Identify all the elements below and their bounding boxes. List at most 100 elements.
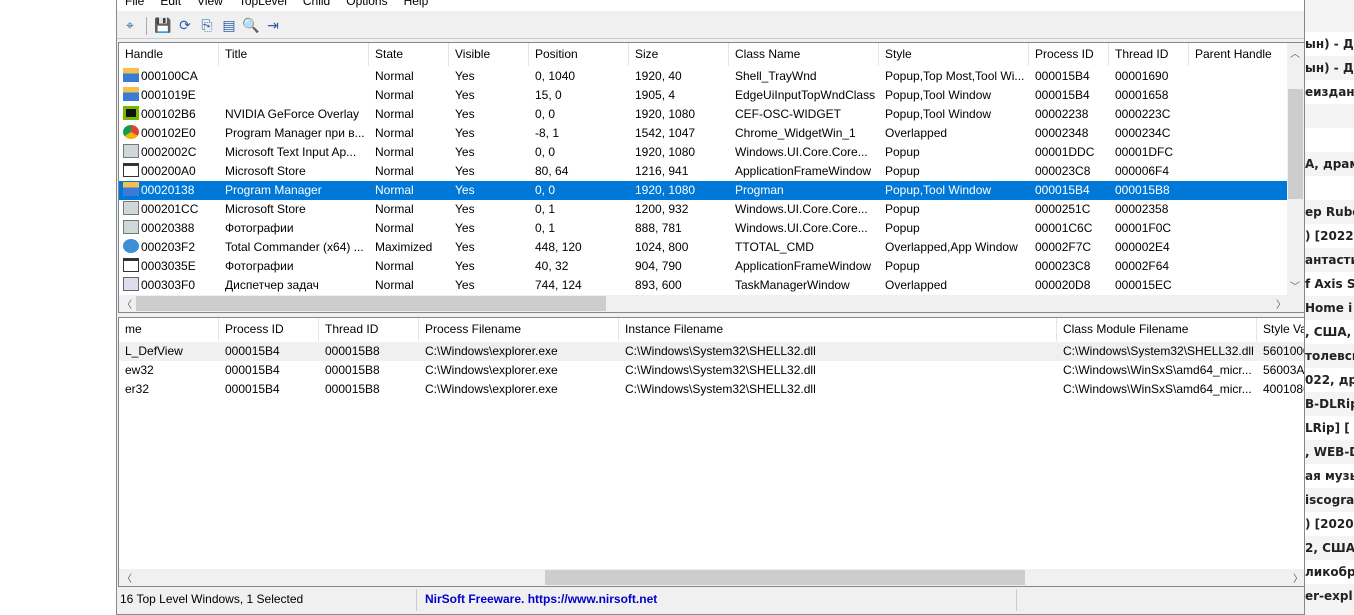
table-row[interactable]: 000201CC Microsoft Store Normal Yes 0, 1 1200… <box>119 200 1289 219</box>
cell-text: Popup <box>885 202 920 216</box>
column-header-me[interactable]: me <box>119 318 219 341</box>
cell-visible: Yes <box>449 219 529 238</box>
cell-text: Maximized <box>375 240 433 254</box>
horizontal-scrollbar[interactable]: 〈 〉 <box>119 569 1304 586</box>
table-row[interactable]: 000203F2 Total Commander (x64) ... Maximiz… <box>119 238 1289 257</box>
target-button[interactable]: ⌖ <box>121 17 139 35</box>
cell-state: Normal <box>369 86 449 105</box>
table-row[interactable]: 000102B6 NVIDIA GeForce Overlay Normal Yes 0… <box>119 105 1289 124</box>
column-header-process-filename[interactable]: Process Filename <box>419 318 619 341</box>
menu-edit[interactable]: Edit <box>152 0 189 11</box>
table-row[interactable]: 00020388 Фотографии Normal Yes 0, 1 888, 781 W… <box>119 219 1289 238</box>
cell-visible: Yes <box>449 162 529 181</box>
cell-text: 0000223C <box>1115 107 1171 121</box>
table-row[interactable]: 000100CA Normal Yes 0, 1040 1920, 40 Shell_Tr… <box>119 67 1289 86</box>
cell-position: 0, 0 <box>529 181 629 200</box>
find-button[interactable]: 🔍 <box>242 17 260 35</box>
cell-text: Overlapped <box>885 126 948 140</box>
menu-options[interactable]: Options <box>338 0 395 11</box>
cell-thread-id: 000006F4 <box>1109 162 1189 181</box>
cell-text: 1542, 1047 <box>635 126 696 140</box>
nirsoft-link[interactable]: NirSoft Freeware. https://www.nirsoft.ne… <box>417 589 1017 611</box>
cell-text: 0, 1040 <box>535 69 576 83</box>
column-header-style[interactable]: Style <box>879 43 1029 66</box>
cell-process-id: 000015B4 <box>1029 181 1109 200</box>
column-header-size[interactable]: Size <box>629 43 729 66</box>
copy-button[interactable]: ⎘ <box>198 17 216 35</box>
table-row[interactable]: 00020138 Program Manager Normal Yes 0, 0 1920… <box>119 181 1289 200</box>
table-row[interactable]: ew32 000015B4 000015B8 C:\Windows\explorer.… <box>119 361 1304 380</box>
table-row[interactable]: 0003035E Фотографии Normal Yes 40, 32 904, 79… <box>119 257 1289 276</box>
table-row[interactable]: L_DefView 000015B4 000015B8 C:\Windows\expl… <box>119 342 1304 361</box>
window-icon <box>123 163 139 177</box>
horizontal-scrollbar[interactable]: 〈 〉 <box>119 295 1304 312</box>
cell-process-id: 000023C8 <box>1029 162 1109 181</box>
cell-class-name: Chrome_WidgetWin_1 <box>729 124 879 143</box>
cell-me: L_DefView <box>125 344 183 358</box>
cell-title <box>219 67 369 86</box>
scroll-right-arrow[interactable]: 〉 <box>1273 296 1289 311</box>
menu-view[interactable]: View <box>189 0 231 11</box>
app-icon <box>123 201 139 215</box>
scroll-left-arrow[interactable]: 〈 <box>119 296 135 311</box>
scroll-thumb[interactable] <box>545 570 1025 585</box>
cell-state: Maximized <box>369 238 449 257</box>
column-header-state[interactable]: State <box>369 43 449 66</box>
save-button[interactable]: 💾 <box>154 17 172 35</box>
cell-text: Фотографии <box>225 221 294 235</box>
cell-text: 0000234C <box>1115 126 1171 140</box>
cell-text: Normal <box>375 278 414 292</box>
table-row[interactable]: 000303F0 Диспетчер задач Normal Yes 744, 124… <box>119 276 1289 295</box>
scroll-thumb[interactable] <box>136 296 606 311</box>
cell-process-filename: C:\Windows\explorer.exe <box>425 382 558 396</box>
cell-text: Yes <box>455 88 475 102</box>
column-header-position[interactable]: Position <box>529 43 629 66</box>
cell-text: Overlapped <box>885 278 948 292</box>
vertical-scrollbar[interactable]: ︿ ﹀ <box>1287 43 1304 295</box>
column-header-class-name[interactable]: Class Name <box>729 43 879 66</box>
scroll-thumb[interactable] <box>1288 89 1303 199</box>
table-row[interactable]: 0001019E Normal Yes 15, 0 1905, 4 EdgeUiInput… <box>119 86 1289 105</box>
scroll-right-arrow[interactable]: 〉 <box>1290 570 1304 585</box>
cell-text: 0, 1 <box>535 221 556 235</box>
cell-class-name: TTOTAL_CMD <box>729 238 879 257</box>
column-header-style-val[interactable]: Style Val <box>1257 318 1304 341</box>
app-icon <box>123 144 139 158</box>
menu-child[interactable]: Child <box>295 0 338 11</box>
cell-text: 00001658 <box>1115 88 1169 102</box>
column-header-thread-id[interactable]: Thread ID <box>1109 43 1189 66</box>
column-header-class-module-filename[interactable]: Class Module Filename <box>1057 318 1257 341</box>
cell-process-filename: C:\Windows\explorer.exe <box>425 363 558 377</box>
column-header-handle[interactable]: Handle <box>119 43 219 66</box>
cell-size: 1920, 40 <box>629 67 729 86</box>
top-level-windows-list[interactable]: Handle Title State Visible Position Size Class… <box>118 42 1305 313</box>
column-header-process-id[interactable]: Process ID <box>219 318 319 341</box>
table-row[interactable]: er32 000015B4 000015B8 C:\Windows\explorer.… <box>119 380 1304 399</box>
cell-text: 0, 0 <box>535 145 556 159</box>
menu-toplevel[interactable]: TopLevel <box>231 0 295 11</box>
cell-position: 744, 124 <box>529 276 629 295</box>
refresh-button[interactable]: ⟳ <box>176 17 194 35</box>
column-header-parent-handle[interactable]: Parent Handle <box>1189 43 1289 66</box>
menu-help[interactable]: Help <box>396 0 437 11</box>
cell-text: 1920, 40 <box>635 69 682 83</box>
properties-button[interactable]: ▤ <box>220 17 238 35</box>
column-header-thread-id[interactable]: Thread ID <box>319 318 419 341</box>
column-header-title[interactable]: Title <box>219 43 369 66</box>
table-row[interactable]: 000102E0 Program Manager при в... Normal Ye… <box>119 124 1289 143</box>
cell-style: Popup,Tool Window <box>879 181 1029 200</box>
column-header-process-id[interactable]: Process ID <box>1029 43 1109 66</box>
scroll-up-arrow[interactable]: ︿ <box>1287 45 1303 60</box>
background-text-line: толевск <box>1305 349 1354 363</box>
exit-button[interactable]: ⇥ <box>264 17 282 35</box>
cell-position: 0, 0 <box>529 105 629 124</box>
cell-position: 40, 32 <box>529 257 629 276</box>
column-header-instance-filename[interactable]: Instance Filename <box>619 318 1057 341</box>
column-header-visible[interactable]: Visible <box>449 43 529 66</box>
scroll-left-arrow[interactable]: 〈 <box>119 570 135 585</box>
scroll-down-arrow[interactable]: ﹀ <box>1287 278 1303 293</box>
menu-file[interactable]: File <box>117 0 152 11</box>
child-windows-list[interactable]: me Process ID Thread ID Process Filename Ins… <box>118 317 1305 587</box>
table-row[interactable]: 0002002C Microsoft Text Input Ap... Normal… <box>119 143 1289 162</box>
table-row[interactable]: 000200A0 Microsoft Store Normal Yes 80, 64 12… <box>119 162 1289 181</box>
